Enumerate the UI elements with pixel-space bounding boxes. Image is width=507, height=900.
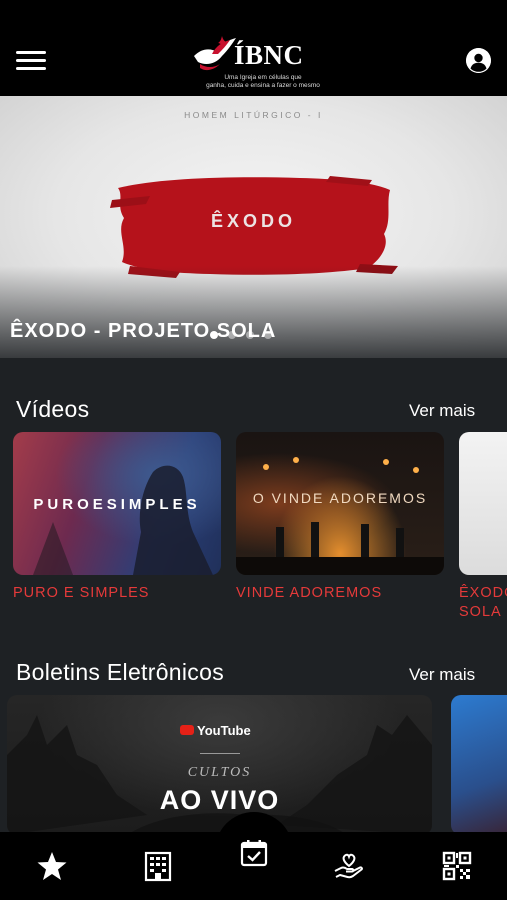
building-icon[interactable] — [141, 849, 175, 883]
video-thumbnail: PUROESIMPLES — [13, 432, 221, 575]
carousel-dot[interactable] — [228, 331, 236, 339]
carousel-dot[interactable] — [264, 331, 272, 339]
app-logo[interactable]: ÍBNC Uma Igreja em células que ganha, cu… — [188, 32, 328, 94]
calendar-check-icon[interactable] — [239, 838, 269, 868]
bulletin-card[interactable]: YouTube CULTOS AO VIVO — [7, 695, 432, 835]
logo-text: ÍBNC — [234, 40, 304, 70]
video-thumbnail — [459, 432, 507, 575]
bottom-nav — [0, 812, 507, 900]
qr-code-icon[interactable] — [440, 849, 474, 883]
video-card[interactable]: PUROESIMPLES PURO E SIMPLES — [13, 432, 221, 603]
video-card[interactable]: ÊXODO - SOLA — [459, 432, 507, 622]
video-thumbnail: O VINDE ADOREMOS — [236, 432, 444, 575]
bulletins-see-more-link[interactable]: Ver mais — [409, 665, 475, 685]
bulletin-card[interactable] — [451, 695, 507, 835]
video-label: ÊXODO - SOLA — [459, 585, 507, 620]
hamburger-menu-icon[interactable] — [16, 51, 46, 71]
youtube-badge-text: YouTube — [197, 723, 251, 738]
hero-art-title: ÊXODO — [210, 211, 296, 231]
dove-logo — [194, 36, 236, 71]
carousel-indicators — [210, 331, 272, 339]
video-label: VINDE ADOREMOS — [236, 585, 383, 601]
carousel-dot[interactable] — [246, 331, 254, 339]
video-thumb-title: O VINDE ADOREMOS — [252, 490, 428, 506]
bulletin-subtitle: CULTOS — [187, 765, 252, 780]
hand-heart-icon[interactable] — [332, 849, 366, 883]
videos-section-title: Vídeos — [16, 396, 90, 422]
hero-gradient — [0, 266, 507, 358]
star-icon[interactable] — [35, 849, 69, 883]
video-card[interactable]: O VINDE ADOREMOS VINDE ADOREMOS — [236, 432, 444, 603]
videos-see-more-link[interactable]: Ver mais — [409, 401, 475, 421]
divider — [200, 753, 240, 754]
app-header: ÍBNC Uma Igreja em células que ganha, cu… — [0, 0, 507, 96]
carousel-dot[interactable] — [210, 331, 218, 339]
bulletins-section-title: Boletins Eletrônicos — [16, 659, 224, 685]
logo-tagline: Uma Igreja em células que ganha, cuida e… — [206, 74, 320, 89]
video-label: PURO E SIMPLES — [13, 585, 150, 601]
bulletin-title: AO VIVO — [159, 785, 280, 815]
video-thumb-title: PUROESIMPLES — [33, 496, 201, 513]
user-circle-icon[interactable] — [466, 48, 491, 73]
youtube-icon — [180, 725, 194, 735]
hero-carousel[interactable]: HOMEM LITÚRGICO - I ÊXODO ÊXODO - PROJET… — [0, 96, 507, 358]
